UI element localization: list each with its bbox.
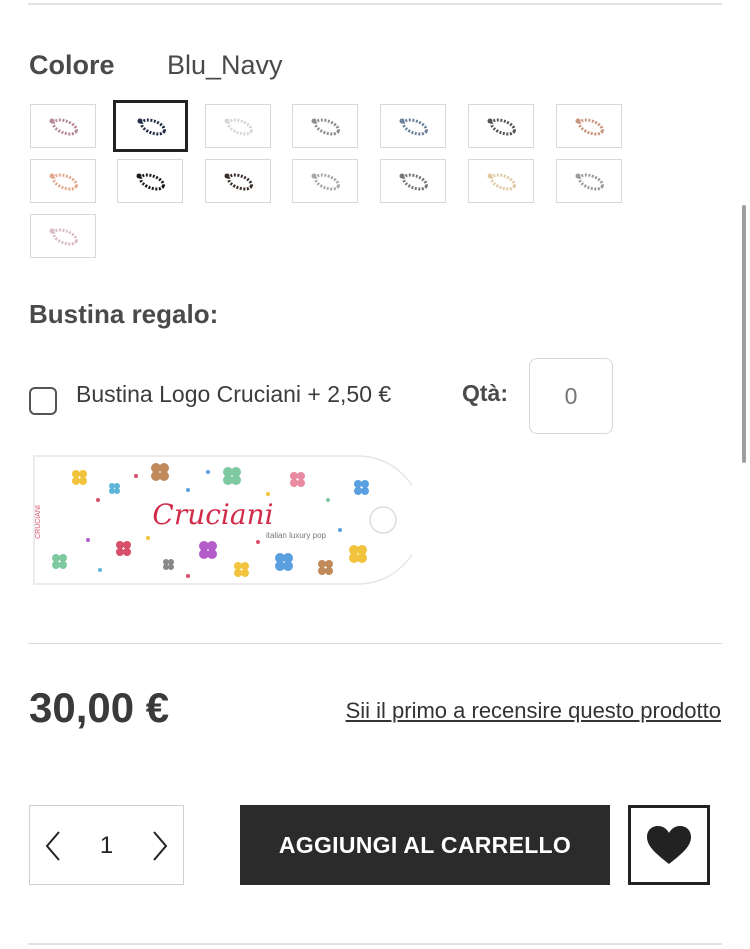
color-label: Colore [29,50,115,80]
bracelet-icon [487,118,516,136]
bracelet-icon [49,118,78,136]
gift-qty-label: Qtà: [462,380,508,406]
wishlist-button[interactable] [628,805,710,885]
gift-bag-checkbox[interactable] [29,387,57,415]
color-swatch[interactable] [380,104,446,148]
color-swatch[interactable] [117,159,183,203]
scrollbar[interactable] [742,205,746,463]
bracelet-icon [575,173,604,191]
write-review-link[interactable]: Sii il primo a recensire questo prodotto [346,698,721,724]
bottom-divider [28,943,722,945]
chevron-right-icon [153,831,168,861]
heart-icon [647,826,691,864]
bracelet-icon [311,118,340,136]
gift-bag-side-text: CRUCIANI [35,505,42,539]
bracelet-icon [136,173,165,191]
product-price: 30,00 € [29,684,170,731]
bracelet-icon [224,173,253,191]
gift-bag-brand-tagline: italian luxury pop [266,531,327,540]
color-swatch[interactable] [556,159,622,203]
color-selected-value: Blu_Navy [167,50,283,80]
color-swatch[interactable] [556,104,622,148]
gift-bag-title: Bustina regalo: [29,299,219,329]
color-swatch[interactable] [468,159,534,203]
color-swatch[interactable] [380,159,446,203]
increase-quantity-button[interactable] [145,828,175,864]
bracelet-icon [399,118,428,136]
color-swatch[interactable] [205,104,271,148]
top-divider [28,3,722,5]
color-swatch[interactable] [30,214,96,258]
color-swatch[interactable] [30,159,96,203]
section-divider [28,643,722,644]
color-swatch[interactable] [205,159,271,203]
bracelet-icon [487,173,516,191]
color-swatch[interactable] [292,159,358,203]
gift-bag-brand-logo: Cruciani [152,498,273,531]
bracelet-icon [311,173,340,191]
bracelet-icon [224,118,253,136]
bracelet-icon [137,118,166,136]
bracelet-icon [49,228,78,246]
bracelet-icon [399,173,428,191]
color-swatch[interactable] [113,100,188,152]
color-swatch[interactable] [30,104,96,148]
add-to-cart-button[interactable]: AGGIUNGI AL CARRELLO [240,805,610,885]
color-swatch[interactable] [468,104,534,148]
color-swatch[interactable] [292,104,358,148]
gift-bag-option-label[interactable]: Bustina Logo Cruciani + 2,50 € [76,381,391,408]
quantity-stepper: 1 [29,805,184,885]
bracelet-icon [49,173,78,191]
gift-bag-image: CRUCIANI Cruciani italian luxury pop [33,455,412,585]
bracelet-icon [575,118,604,136]
gift-qty-input[interactable] [529,358,613,434]
